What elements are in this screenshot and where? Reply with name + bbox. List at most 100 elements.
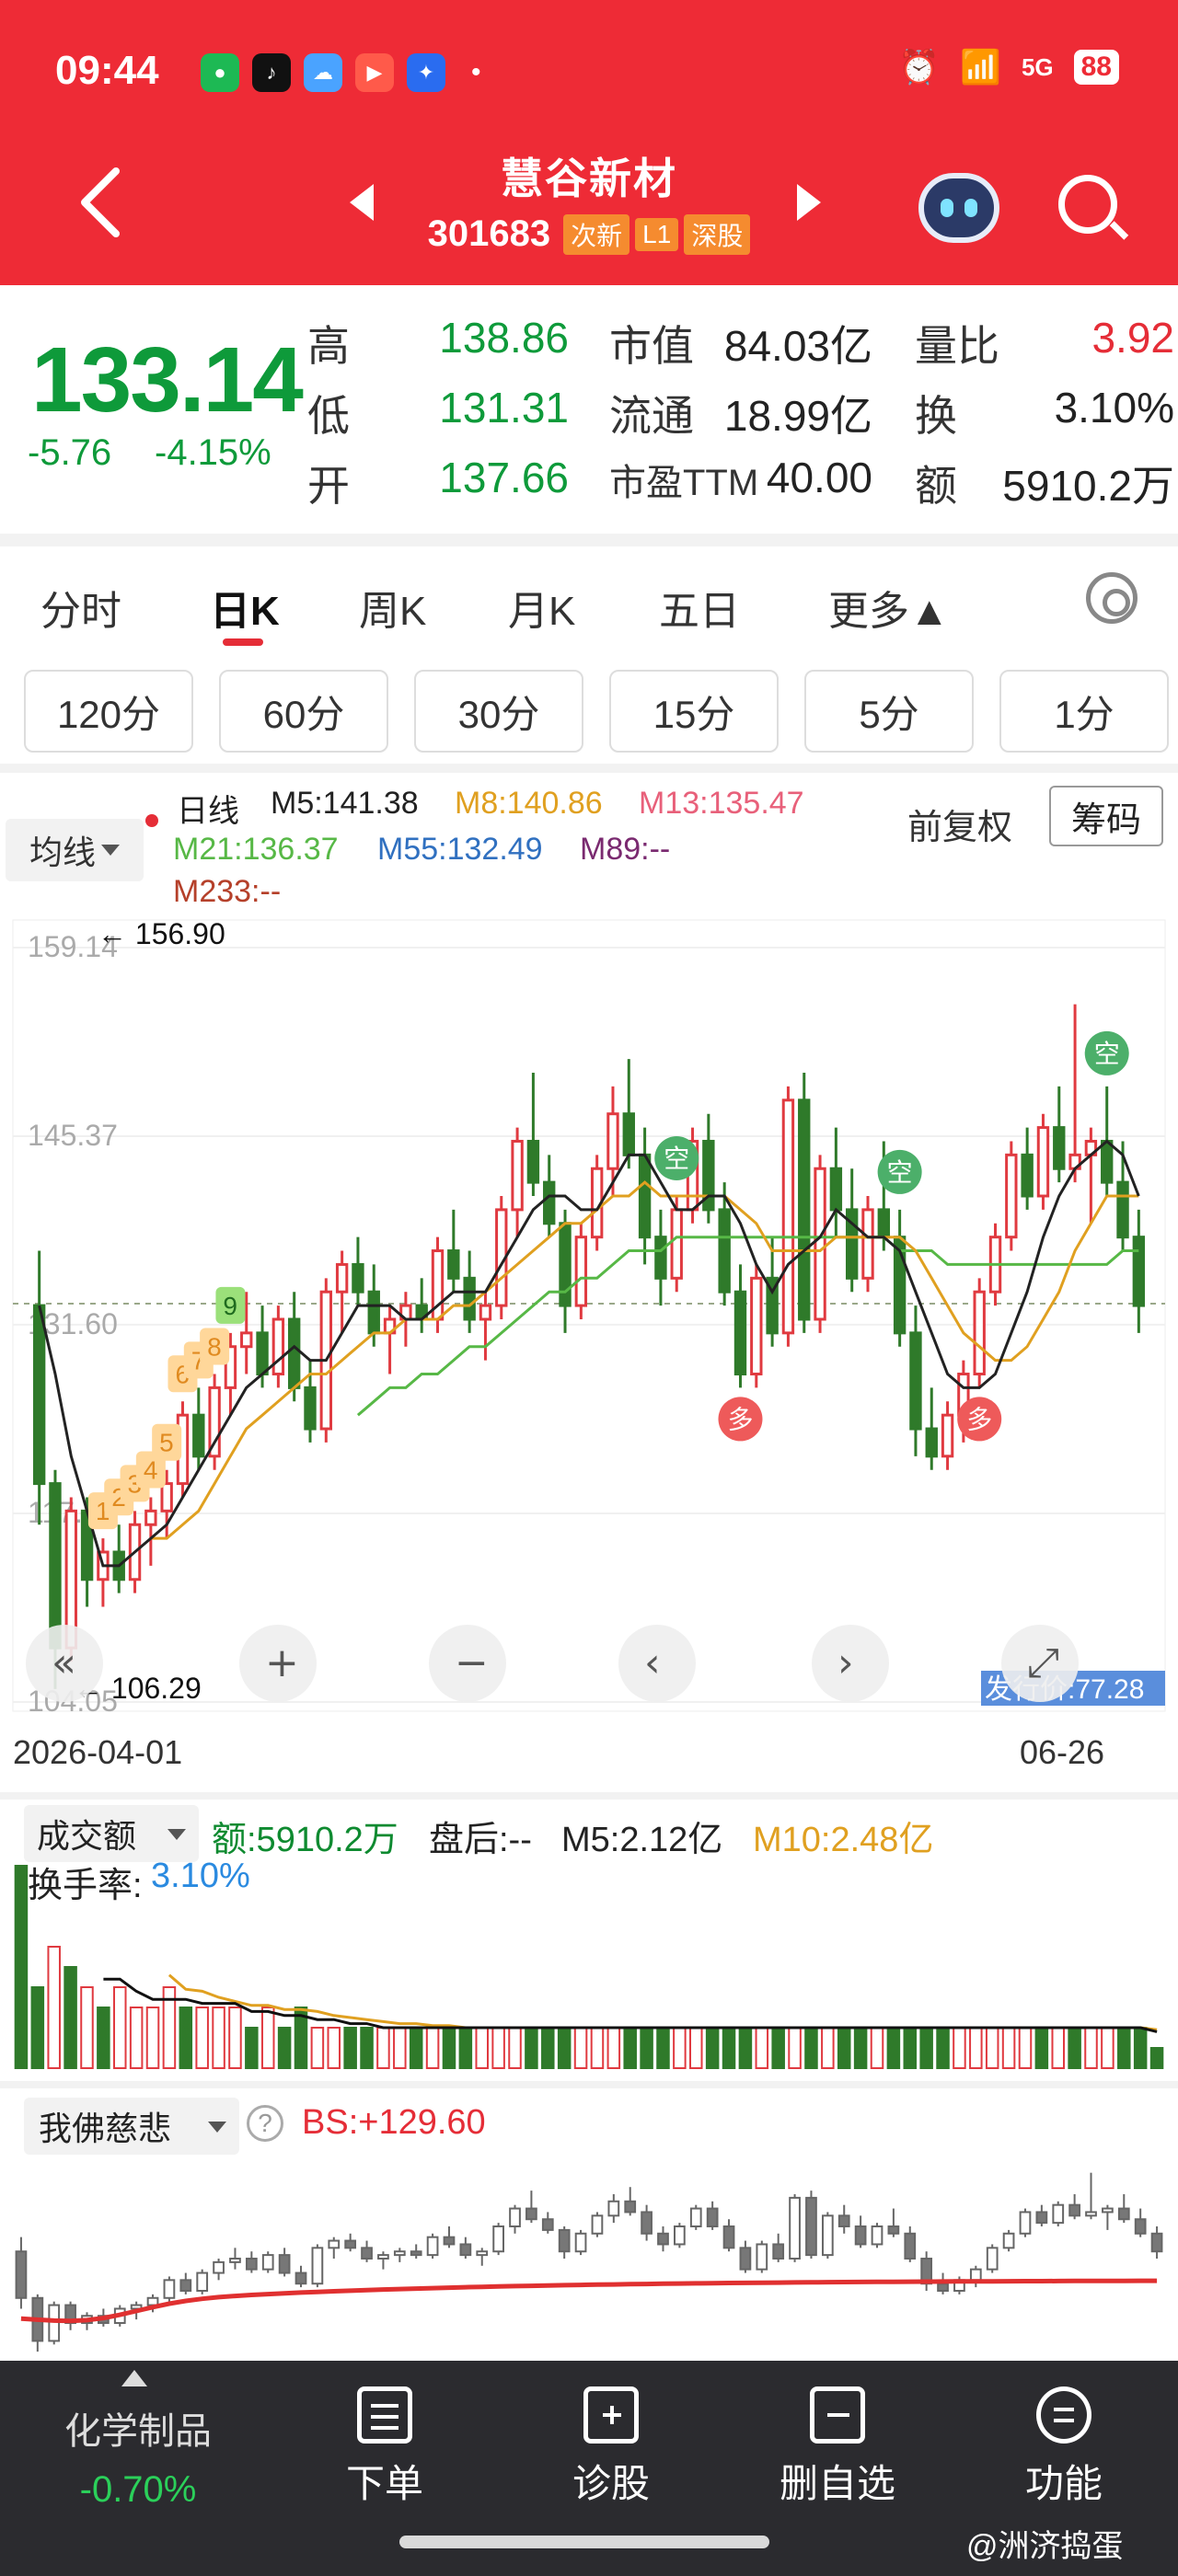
nav-remove-watchlist-label: 删自选: [779, 2462, 895, 2505]
signal-short-text: 空: [1094, 1039, 1120, 1069]
nav-remove-watchlist[interactable]: 删自选: [764, 2386, 911, 2509]
indicator-selector[interactable]: 均线: [6, 819, 144, 881]
date-end: 06-26: [1020, 1733, 1105, 1771]
chip-distribution-button[interactable]: 筹码: [1049, 786, 1163, 846]
sub-candle-body: [229, 2258, 241, 2263]
current-price: 133.14: [31, 328, 304, 431]
volume-bar: [47, 1946, 61, 2069]
nav-diagnose[interactable]: 诊股: [537, 2386, 685, 2509]
chart-control-icon: ›: [837, 1639, 854, 1686]
candle-body: [877, 1208, 891, 1239]
search-icon[interactable]: [1058, 175, 1117, 234]
nav-order[interactable]: 下单: [311, 2386, 458, 2509]
signal-short-text: 空: [664, 1144, 689, 1174]
volume-bar: [212, 2007, 225, 2069]
sub-candle-body: [294, 2271, 307, 2285]
volume-bar: [821, 2027, 835, 2069]
stock-code: 301683: [427, 213, 551, 254]
candlestick-chart[interactable]: 159.14145.37131.60117.82104.05← 156.90← …: [0, 911, 1178, 1720]
volume-bar: [491, 2027, 505, 2069]
candle-body: [1132, 1236, 1146, 1307]
candle-body: [1053, 1126, 1066, 1170]
volume-chart[interactable]: [0, 1849, 1178, 2079]
volume-bar: [195, 2007, 209, 2069]
next-stock-icon[interactable]: [797, 184, 821, 221]
nav-order-label: 下单: [345, 2462, 423, 2505]
volume-bar: [886, 2027, 901, 2069]
ma8-label: M8:140.86: [455, 786, 603, 821]
nav-functions[interactable]: 功能: [990, 2386, 1138, 2509]
tab-monthly-k[interactable]: 月K: [508, 578, 575, 637]
sub-candle-body: [525, 2207, 537, 2221]
video-app-icon: ▶: [355, 53, 394, 92]
tab-five-day[interactable]: 五日: [659, 578, 740, 637]
tab-weekly-k[interactable]: 周K: [359, 578, 426, 637]
volume-bar: [409, 2027, 423, 2069]
period-5min[interactable]: 5分: [804, 670, 974, 753]
counter-text: 9: [223, 1292, 237, 1320]
signal-short-text: 空: [887, 1157, 913, 1188]
sub-candle-body: [986, 2247, 999, 2271]
volume-bar: [458, 2027, 473, 2069]
volume-bar: [870, 2027, 884, 2069]
sub-candle-body: [48, 2304, 61, 2342]
expand-up-icon[interactable]: [121, 2370, 147, 2386]
message-app-icon: ●: [201, 53, 239, 92]
sub-candle-body: [607, 2200, 620, 2217]
candle-body: [829, 1167, 843, 1212]
help-icon[interactable]: ?: [247, 2105, 283, 2142]
period-1min[interactable]: 1分: [999, 670, 1169, 753]
period-120min[interactable]: 120分: [24, 670, 193, 753]
tab-more[interactable]: 更多▲: [828, 578, 950, 637]
volume-bar: [837, 2027, 851, 2069]
sub-candle-body: [361, 2247, 373, 2260]
label-low: 低: [307, 392, 350, 440]
sub-candle-body: [213, 2260, 225, 2274]
candle-body: [543, 1180, 556, 1225]
sub-candle-body: [772, 2243, 785, 2260]
chart-settings-icon[interactable]: [1086, 572, 1138, 624]
candle-body: [256, 1331, 269, 1376]
sub-candle-body: [1002, 2232, 1015, 2249]
volume-bar: [853, 2027, 868, 2069]
period-15min[interactable]: 15分: [609, 670, 779, 753]
stock-title: 慧谷新材 301683 次新 L1 深股: [350, 145, 828, 255]
chart-control-icon: +: [265, 1639, 299, 1686]
sub-candle-body: [179, 2279, 192, 2292]
back-icon[interactable]: [74, 166, 129, 239]
ai-assistant-icon[interactable]: [918, 173, 999, 243]
sub-candle-body: [541, 2218, 554, 2231]
volume-bar: [606, 2027, 621, 2069]
sub-candle-body: [904, 2232, 917, 2260]
volume-bar: [310, 2027, 325, 2069]
value-float-cap: 18.99亿: [723, 392, 872, 440]
volume-bar: [722, 2027, 736, 2069]
volume-bar: [573, 2027, 588, 2069]
adjust-mode[interactable]: 前复权: [907, 799, 1012, 849]
sector-name: 化学制品: [64, 2411, 212, 2452]
candle-body: [32, 1304, 46, 1486]
volume-bar: [673, 2027, 687, 2069]
candle-body: [1021, 1153, 1034, 1198]
indicator-dot: [145, 814, 158, 827]
sub-candle-body: [1019, 2211, 1032, 2235]
candle-body: [271, 1317, 285, 1376]
sub-indicator-chart[interactable]: [0, 2144, 1178, 2361]
sector-info[interactable]: 化学制品 -0.70%: [37, 2401, 239, 2511]
volume-bar: [30, 1986, 45, 2069]
watermark: @洲济捣蛋: [966, 2529, 1124, 2564]
value-pe-ttm: 40.00: [766, 454, 872, 501]
sub-candle-body: [393, 2250, 406, 2257]
tag-market: 深股: [684, 213, 751, 255]
tab-daily-k[interactable]: 日K: [210, 578, 280, 637]
period-30min[interactable]: 30分: [414, 670, 583, 753]
tab-intraday[interactable]: 分时: [40, 578, 121, 637]
order-icon: [357, 2386, 412, 2444]
volume-bar: [557, 2027, 572, 2069]
remove-watchlist-icon: [810, 2386, 865, 2444]
date-start: 2026-04-01: [13, 1733, 183, 1771]
home-indicator[interactable]: [399, 2536, 769, 2548]
price-change: -5.76: [28, 432, 112, 473]
period-60min[interactable]: 60分: [219, 670, 388, 753]
status-time: 09:44: [55, 48, 159, 93]
